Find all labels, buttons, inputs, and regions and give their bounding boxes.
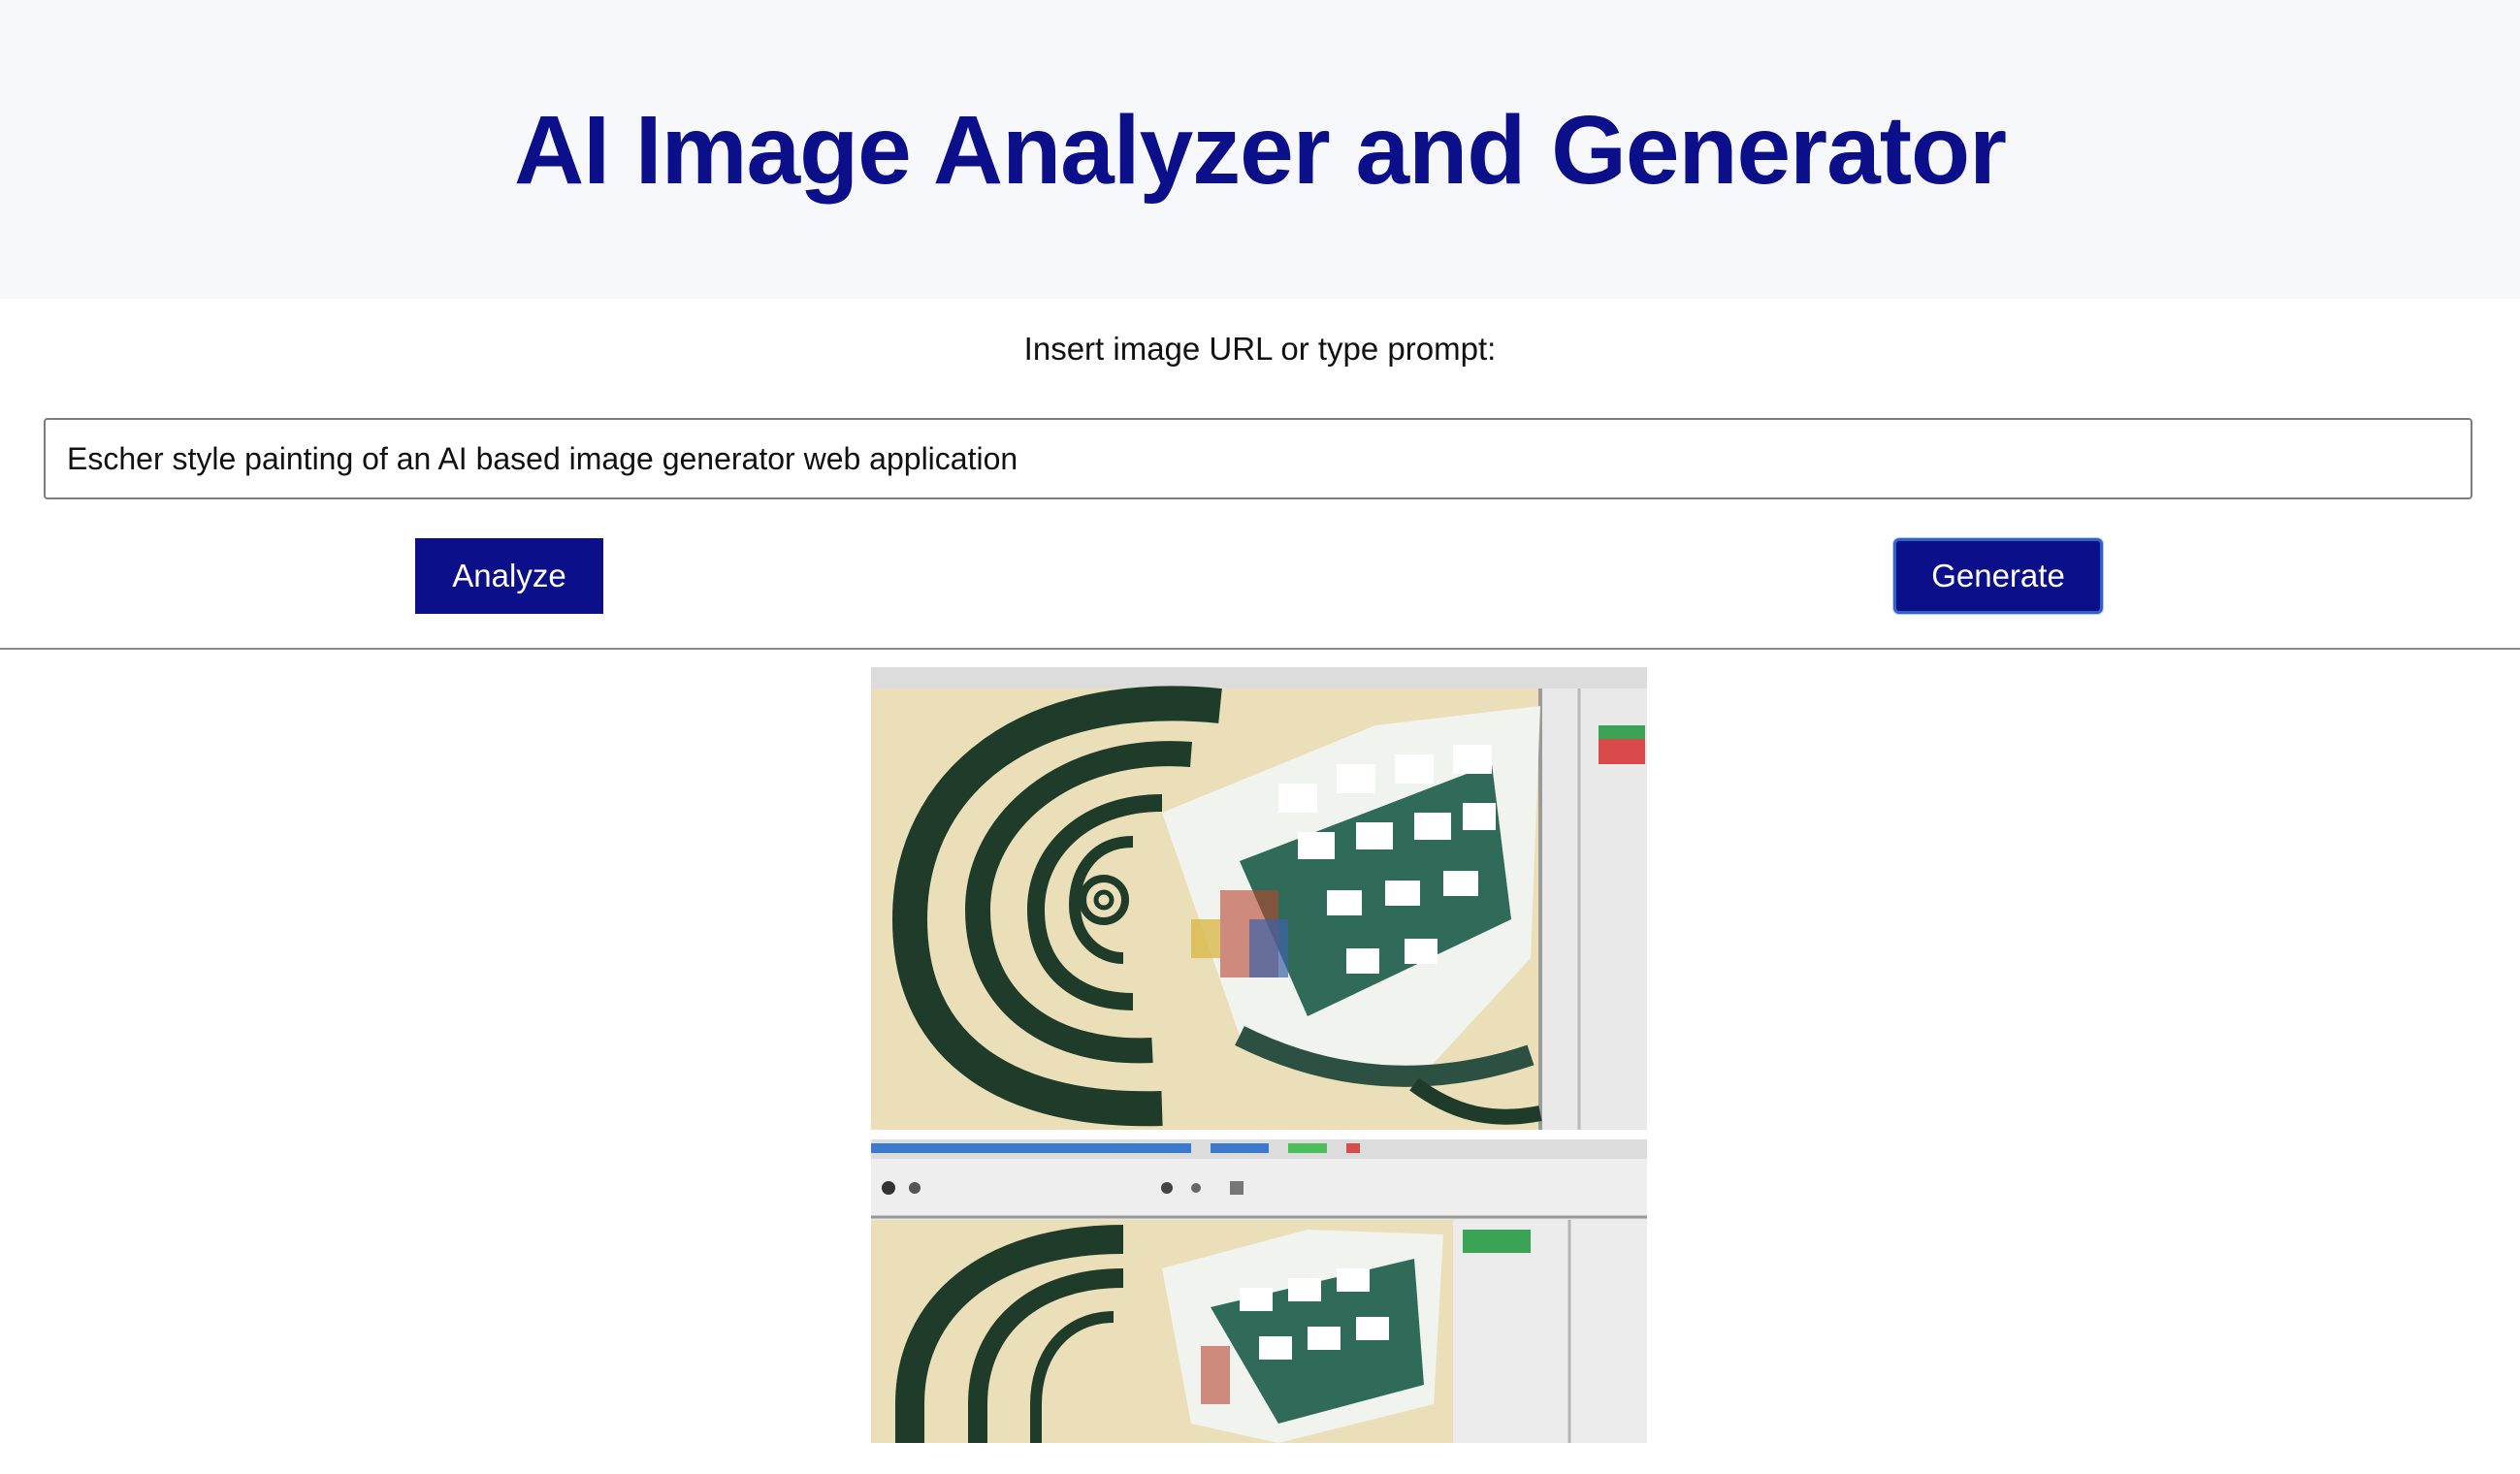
generated-image — [871, 667, 1647, 1443]
prompt-input[interactable] — [46, 420, 2471, 497]
divider — [0, 648, 2520, 650]
header: AI Image Analyzer and Generator — [0, 0, 2520, 299]
page-title: AI Image Analyzer and Generator — [514, 96, 2007, 205]
prompt-label: Insert image URL or type prompt: — [1023, 331, 1497, 367]
generated-image-art — [871, 667, 1647, 1443]
prompt-input-wrapper — [44, 418, 2472, 499]
analyze-button[interactable]: Analyze — [415, 538, 603, 614]
generate-button[interactable]: Generate — [1893, 538, 2103, 614]
